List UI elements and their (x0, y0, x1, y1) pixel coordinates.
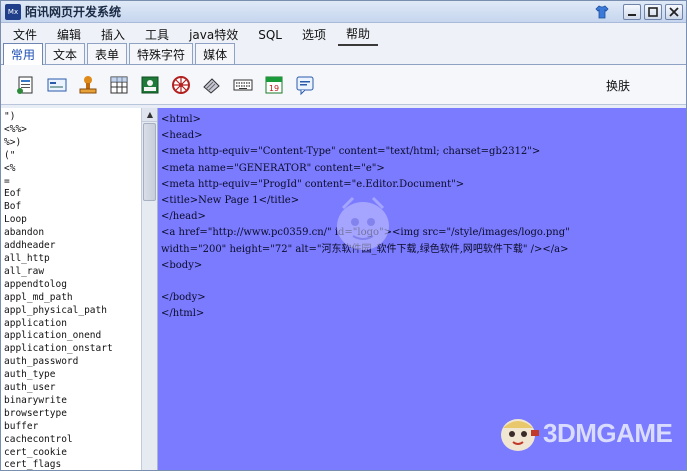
tab-special-chars[interactable]: 特殊字符 (129, 43, 194, 64)
calendar-icon: 19 (265, 76, 283, 93)
image-button[interactable] (135, 70, 165, 100)
keyword-item[interactable]: browsertype (4, 408, 140, 421)
close-icon (669, 6, 679, 17)
tab-bar: 常用 文本 表单 特殊字符 媒体 (1, 43, 686, 65)
menu-java-effects[interactable]: java特效 (181, 23, 246, 45)
keyword-item[interactable]: addheader (4, 240, 140, 253)
scroll-up-arrow-icon[interactable]: ▲ (142, 108, 157, 122)
close-button[interactable] (665, 3, 683, 20)
toolbar: 19 换肤 (1, 65, 686, 105)
keyword-item[interactable]: Bof (4, 201, 140, 214)
image-icon (141, 76, 159, 93)
menu-file[interactable]: 文件 (5, 23, 45, 45)
document-icon (17, 76, 33, 94)
skin-shirt-icon[interactable] (595, 4, 609, 19)
maximize-button[interactable] (644, 3, 662, 20)
keyword-item[interactable]: auth_user (4, 382, 140, 395)
code-line: <body> (161, 259, 203, 271)
code-line: <head> (161, 130, 203, 142)
calendar-button[interactable]: 19 (259, 70, 289, 100)
code-line: <html> (161, 114, 201, 125)
keyword-item[interactable]: cert_flags (4, 459, 140, 470)
menu-edit[interactable]: 编辑 (49, 23, 89, 45)
main-area: ") <%%> %>) (" <% = Eof Bof Loop abandon addheader… (1, 108, 686, 470)
eraser-button[interactable] (197, 70, 227, 100)
code-line: </body> (161, 292, 206, 304)
keyword-item[interactable]: abandon (4, 227, 140, 240)
keyword-item[interactable]: all_http (4, 253, 140, 266)
keyword-item[interactable]: cachecontrol (4, 434, 140, 447)
keyword-item[interactable]: application_onend (4, 330, 140, 343)
keyword-item[interactable]: appl_md_path (4, 292, 140, 305)
scrollbar-thumb[interactable] (143, 123, 156, 201)
keyword-scrollbar[interactable]: ▲ (141, 108, 157, 470)
tab-form[interactable]: 表单 (87, 43, 128, 64)
keyword-list: ") <%%> %>) (" <% = Eof Bof Loop abandon addheader… (4, 111, 140, 470)
keyword-item[interactable]: = (4, 176, 140, 189)
keyword-item[interactable]: application_onstart (4, 343, 140, 356)
wheel-button[interactable] (166, 70, 196, 100)
menu-sql[interactable]: SQL (250, 25, 290, 44)
keyword-item[interactable]: appendtolog (4, 279, 140, 292)
tab-common[interactable]: 常用 (3, 43, 44, 65)
keyword-panel: ") <%%> %>) (" <% = Eof Bof Loop abandon addheader… (1, 108, 158, 470)
maximize-icon (648, 6, 658, 17)
watermark-text: 3DMGAME (543, 417, 673, 448)
minimize-button[interactable] (623, 3, 641, 20)
keyword-item[interactable]: binarywrite (4, 395, 140, 408)
code-line: <meta http-equiv="Content-Type" content=… (161, 146, 541, 158)
code-line: </html> (161, 308, 205, 320)
keyword-item[interactable]: all_raw (4, 266, 140, 279)
keyword-item[interactable]: auth_password (4, 356, 140, 369)
mascot-logo-icon (501, 419, 539, 451)
brand-watermark: 3DMGAME (493, 408, 673, 458)
keyword-item[interactable]: buffer (4, 421, 140, 434)
tab-media[interactable]: 媒体 (195, 43, 236, 64)
stamp-icon (79, 75, 97, 93)
skin-button[interactable]: 换肤 (606, 77, 630, 94)
menu-tools[interactable]: 工具 (137, 23, 177, 45)
form-icon (47, 78, 67, 91)
tab-text[interactable]: 文本 (45, 43, 86, 64)
code-line: <meta name="GENERATOR" content="e"> (161, 162, 385, 174)
menu-options[interactable]: 选项 (294, 23, 334, 45)
keyword-item[interactable]: auth_type (4, 369, 140, 382)
mascot-watermark-icon (337, 196, 389, 250)
menu-insert[interactable]: 插入 (93, 23, 133, 45)
code-editor[interactable]: <html> <head> <meta http-equiv="Content-Ty… (158, 108, 686, 470)
keyword-item[interactable]: ") (4, 111, 140, 124)
wheel-icon (172, 75, 190, 94)
keyword-item[interactable]: %>) (4, 137, 140, 150)
title-bar: Mx 陌讯网页开发系统 (1, 1, 686, 23)
form-button[interactable] (42, 70, 72, 100)
keyword-item[interactable]: Loop (4, 214, 140, 227)
dialog-icon (296, 76, 314, 95)
menu-help[interactable]: 帮助 (337, 22, 378, 46)
table-icon (110, 76, 128, 93)
new-page-button[interactable] (11, 70, 41, 100)
app-window: Mx 陌讯网页开发系统 文件 编辑 插入 工具 java特效 SQL 选项 帮助… (0, 0, 687, 471)
keyword-item[interactable]: appl_physical_path (4, 305, 140, 318)
eraser-icon (203, 77, 220, 94)
app-logo-icon: Mx (5, 3, 21, 20)
keyword-item[interactable]: <%%> (4, 124, 140, 137)
table-button[interactable] (104, 70, 134, 100)
keyword-item[interactable]: (" (4, 150, 140, 163)
minimize-icon (628, 13, 636, 16)
keyword-item[interactable]: Eof (4, 188, 140, 201)
calendar-day-label: 19 (269, 84, 279, 93)
keyword-item[interactable]: <% (4, 163, 140, 176)
window-title: 陌讯网页开发系统 (25, 5, 122, 19)
keyboard-icon (233, 79, 253, 90)
stamp-button[interactable] (73, 70, 103, 100)
keyword-item[interactable]: cert_cookie (4, 447, 140, 460)
dialog-button[interactable] (290, 70, 320, 100)
keyboard-button[interactable] (228, 70, 258, 100)
keyword-item[interactable]: application (4, 318, 140, 331)
menu-bar: 文件 编辑 插入 工具 java特效 SQL 选项 帮助 (1, 22, 686, 46)
